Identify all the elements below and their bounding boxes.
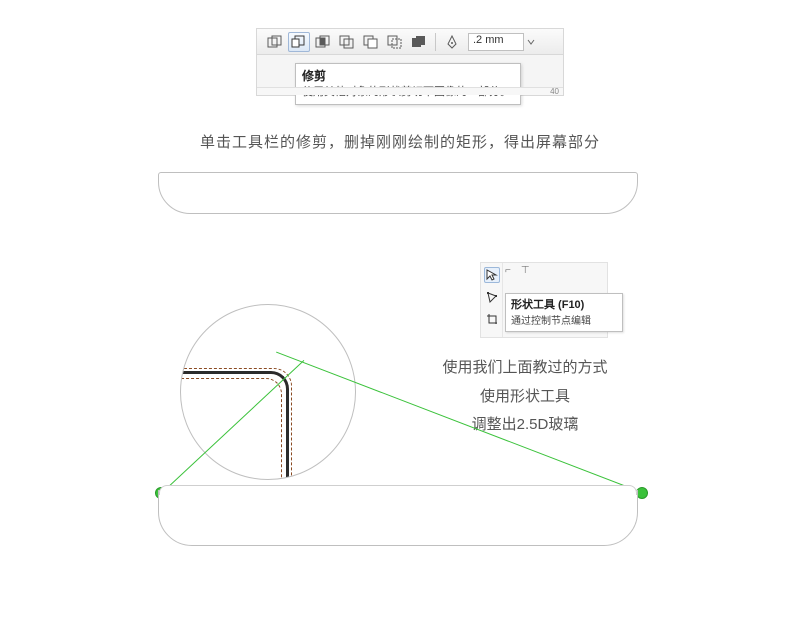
caption-line: 调整出2.5D玻璃 (420, 411, 630, 440)
shape-tool-tooltip: 形状工具 (F10) 通过控制节点编辑 (505, 293, 623, 332)
outline-width-input[interactable]: .2 mm (468, 33, 524, 51)
simplify-icon[interactable] (336, 32, 358, 52)
shape-tool-panel: ⌐⊤ 形状工具 (F10) 通过控制节点编辑 (480, 262, 608, 338)
shape-tooltip-title: 形状工具 (F10) (511, 296, 617, 312)
caption-line: 使用形状工具 (420, 383, 630, 412)
pen-outline-icon[interactable] (441, 32, 463, 52)
shaping-toolbar: .2 mm 修剪 使用其他对象的形状剪切下图像的一部分。 40 (256, 28, 564, 96)
ruler: 40 (257, 87, 563, 95)
caption-trim-step: 单击工具栏的修剪，删掉刚刚绘制的矩形，得出屏幕部分 (0, 131, 800, 152)
caption-shape-step: 使用我们上面教过的方式 使用形状工具 调整出2.5D玻璃 (420, 354, 630, 440)
phone-outline-with-glass (158, 490, 638, 546)
caption-line: 使用我们上面教过的方式 (420, 354, 630, 383)
create-boundary-icon[interactable] (408, 32, 430, 52)
phone-outline-result (158, 172, 638, 214)
tooltip-title: 修剪 (302, 67, 514, 84)
toolbar-separator (435, 33, 436, 51)
shape-tool-icon[interactable] (484, 289, 500, 305)
front-minus-back-icon[interactable] (360, 32, 382, 52)
ruler-guides: ⌐⊤ (505, 265, 605, 281)
trim-icon[interactable] (288, 32, 310, 52)
ruler-value: 40 (550, 87, 559, 96)
weld-icon[interactable] (264, 32, 286, 52)
toolbox-column (481, 263, 503, 337)
intersect-icon[interactable] (312, 32, 334, 52)
glass-2-5d-edge (159, 485, 637, 495)
shape-tooltip-body: 通过控制节点编辑 (511, 312, 617, 327)
trim-tooltip: 修剪 使用其他对象的形状剪切下图像的一部分。 (295, 63, 521, 105)
toolbar-row: .2 mm (257, 29, 563, 55)
pick-tool-icon[interactable] (484, 267, 500, 283)
back-minus-front-icon[interactable] (384, 32, 406, 52)
dropdown-chevron-icon[interactable] (526, 35, 536, 49)
crop-tool-icon[interactable] (484, 311, 500, 327)
